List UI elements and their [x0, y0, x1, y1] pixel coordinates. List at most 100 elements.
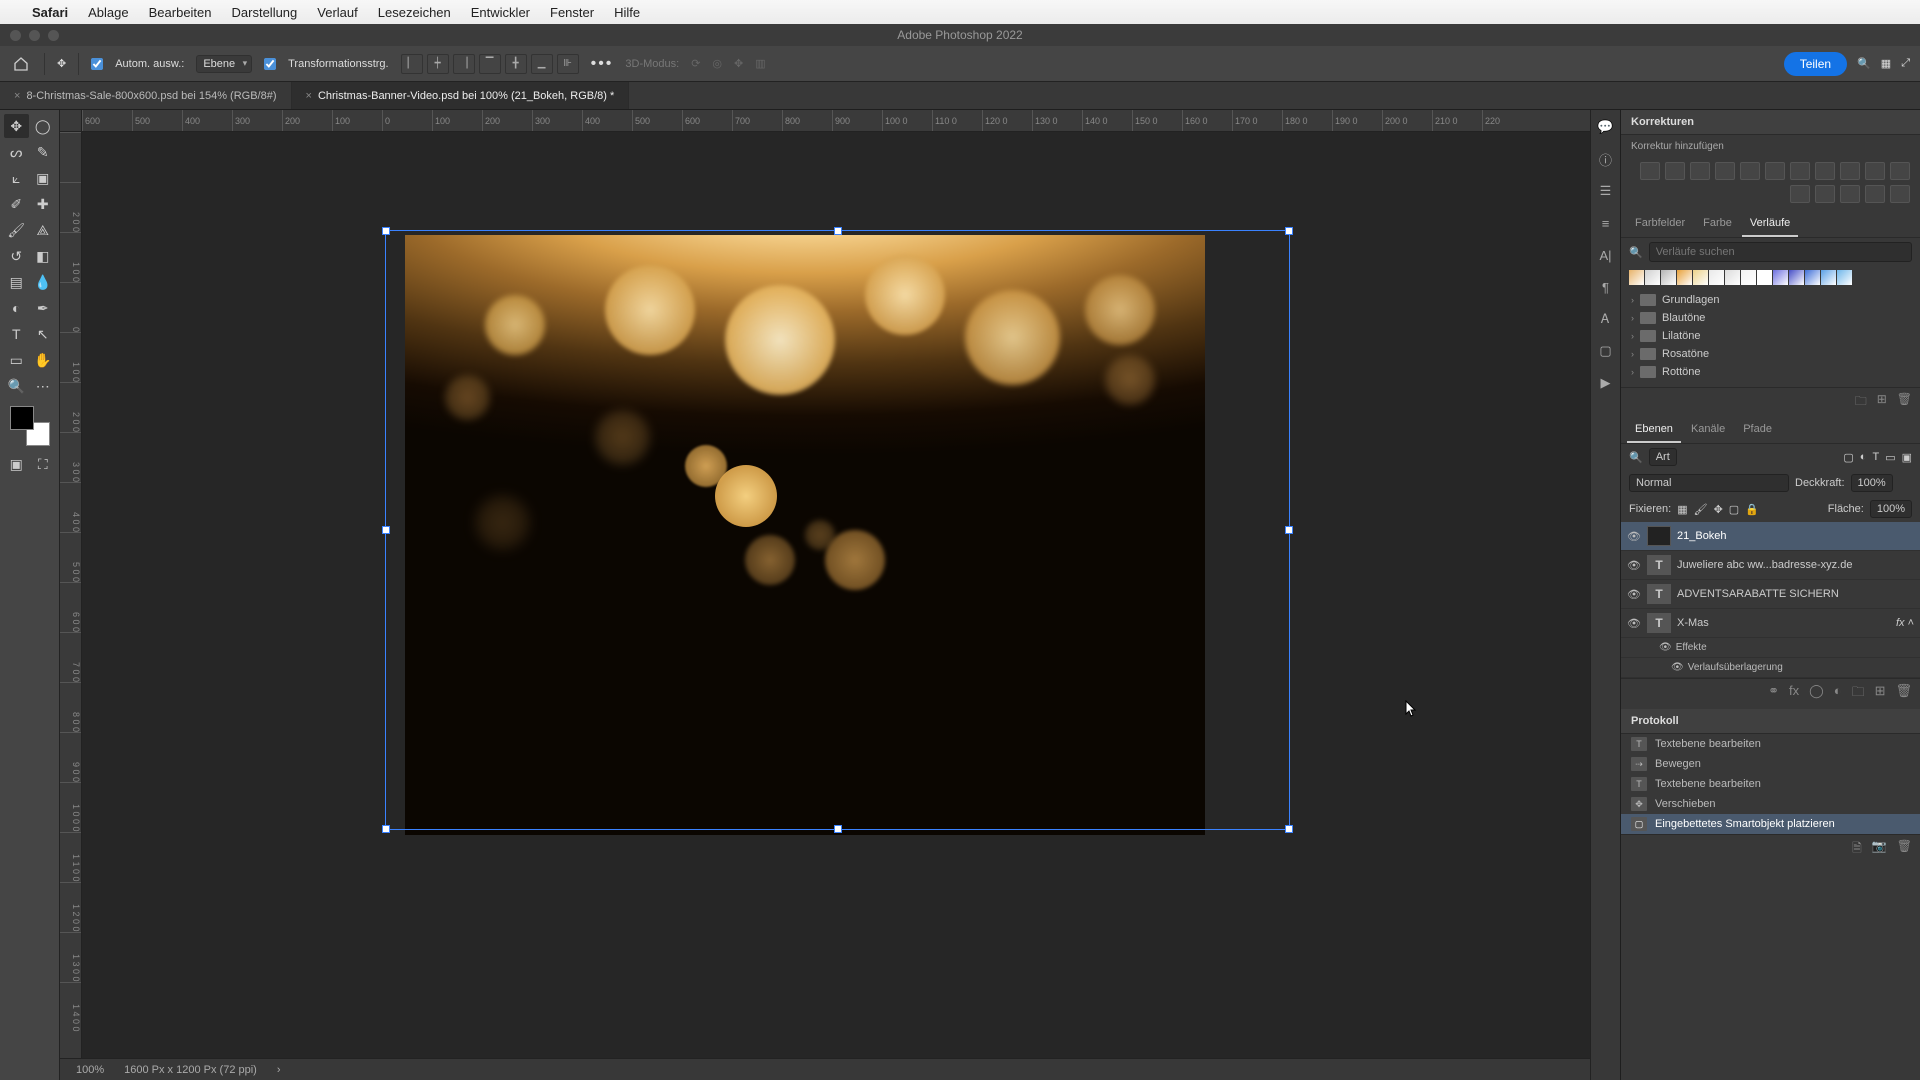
tab-kanaele[interactable]: Kanäle: [1683, 417, 1733, 443]
adj-hue[interactable]: [1765, 162, 1785, 180]
mask-icon[interactable]: ◯: [1809, 683, 1824, 705]
gradient-swatch[interactable]: [1837, 270, 1852, 285]
align-vcenter[interactable]: ╋: [505, 54, 527, 74]
lock-all-icon[interactable]: 🔒: [1745, 503, 1759, 516]
adj-brightness[interactable]: [1640, 162, 1660, 180]
history-brush-tool[interactable]: ↺: [4, 244, 29, 268]
adj-bw[interactable]: [1815, 162, 1835, 180]
tab-verlaeufe[interactable]: Verläufe: [1742, 211, 1798, 237]
auto-select-checkbox[interactable]: [91, 58, 103, 70]
delete-layer-icon[interactable]: 🗑: [1895, 683, 1912, 705]
chevron-right-icon[interactable]: ›: [277, 1064, 281, 1076]
dodge-tool[interactable]: ◐: [4, 296, 29, 320]
visibility-icon[interactable]: 👁: [1627, 617, 1641, 630]
menu-hilfe[interactable]: Hilfe: [614, 5, 640, 20]
handle-tr[interactable]: [1285, 227, 1293, 235]
handle-tm[interactable]: [834, 227, 842, 235]
handle-bm[interactable]: [834, 825, 842, 833]
move-tool-icon[interactable]: ✥: [57, 57, 66, 70]
align-bottom[interactable]: ▁: [531, 54, 553, 74]
filter-text-icon[interactable]: T: [1872, 451, 1879, 463]
gradient-swatch[interactable]: [1629, 270, 1644, 285]
align-hcenter[interactable]: ┿: [427, 54, 449, 74]
new-layer-icon[interactable]: ⊞: [1875, 683, 1886, 705]
panel-protokoll[interactable]: Protokoll: [1621, 709, 1920, 734]
doc-tab-1[interactable]: × 8-Christmas-Sale-800x600.psd bei 154% …: [0, 82, 292, 109]
history-row[interactable]: TTextebene bearbeiten: [1621, 774, 1920, 794]
transform-checkbox[interactable]: [264, 58, 276, 70]
paragraph-icon[interactable]: ¶: [1597, 278, 1615, 296]
gradient-folder[interactable]: ›Rottöne: [1627, 363, 1914, 381]
align-left[interactable]: ▏: [401, 54, 423, 74]
gradient-folder[interactable]: ›Blautöne: [1627, 309, 1914, 327]
home-icon[interactable]: [10, 55, 32, 73]
adj-curves[interactable]: [1690, 162, 1710, 180]
move-tool[interactable]: ✥: [4, 114, 29, 138]
actions-icon[interactable]: ▶: [1597, 374, 1615, 392]
history-row[interactable]: TTextebene bearbeiten: [1621, 734, 1920, 754]
glyphs-icon[interactable]: Ꭺ: [1597, 310, 1615, 328]
doc-tab-2[interactable]: × Christmas-Banner-Video.psd bei 100% (2…: [292, 82, 630, 109]
tab-ebenen[interactable]: Ebenen: [1627, 417, 1681, 443]
adj-poster[interactable]: [1815, 185, 1835, 203]
visibility-icon[interactable]: 👁: [1627, 559, 1641, 572]
lock-pixel-icon[interactable]: 🖌: [1694, 503, 1708, 516]
filter-adjust-icon[interactable]: ◐: [1860, 451, 1867, 463]
share-button[interactable]: Teilen: [1784, 52, 1847, 76]
shape-tool[interactable]: ▭: [4, 348, 29, 372]
crop-tool[interactable]: ⟀: [4, 166, 29, 190]
quick-select-tool[interactable]: ✎: [31, 140, 56, 164]
gradient-search-input[interactable]: [1649, 242, 1912, 262]
zoom-tool[interactable]: 🔍: [4, 374, 29, 398]
lock-pos-icon[interactable]: ✥: [1714, 503, 1723, 516]
marquee-elliptical-tool[interactable]: ◯: [31, 114, 56, 138]
handle-bl[interactable]: [382, 825, 390, 833]
filter-shape-icon[interactable]: ▭: [1885, 451, 1895, 464]
fx-badge[interactable]: fx ˄: [1896, 617, 1914, 629]
gradient-swatch[interactable]: [1709, 270, 1724, 285]
menu-bearbeiten[interactable]: Bearbeiten: [149, 5, 212, 20]
layer-row[interactable]: 👁TJuweliere abc ww...badresse-xyz.de: [1621, 551, 1920, 580]
gradient-swatch[interactable]: [1741, 270, 1756, 285]
gradient-swatch[interactable]: [1677, 270, 1692, 285]
menu-fenster[interactable]: Fenster: [550, 5, 594, 20]
gradient-swatch[interactable]: [1725, 270, 1740, 285]
close-icon[interactable]: ×: [306, 90, 312, 102]
gradient-folder[interactable]: ›Lilatöne: [1627, 327, 1914, 345]
comments-icon[interactable]: 💬: [1597, 118, 1615, 136]
handle-mr[interactable]: [1285, 526, 1293, 534]
lock-artboard-icon[interactable]: ▢: [1729, 503, 1739, 516]
new-group-icon[interactable]: 🗀: [1852, 683, 1865, 705]
history-row[interactable]: ✥Verschieben: [1621, 794, 1920, 814]
handle-br[interactable]: [1285, 825, 1293, 833]
history-row[interactable]: ⇢Bewegen: [1621, 754, 1920, 774]
close-icon[interactable]: ×: [14, 90, 20, 102]
opacity-value[interactable]: 100%: [1851, 474, 1893, 492]
effects-row[interactable]: 👁 Effekte: [1621, 638, 1920, 658]
libraries-icon[interactable]: ▢: [1597, 342, 1615, 360]
trash-icon[interactable]: 🗑: [1897, 392, 1912, 413]
menu-verlauf[interactable]: Verlauf: [317, 5, 357, 20]
tab-farbe[interactable]: Farbe: [1695, 211, 1740, 237]
filter-smart-icon[interactable]: ▣: [1902, 451, 1912, 464]
align-top[interactable]: ▔: [479, 54, 501, 74]
lasso-tool[interactable]: ᔕ: [4, 140, 29, 164]
gradient-swatch[interactable]: [1757, 270, 1772, 285]
visibility-icon[interactable]: 👁: [1659, 642, 1672, 653]
frame-tool[interactable]: ▣: [31, 166, 56, 190]
blend-mode-dd[interactable]: Normal: [1629, 474, 1789, 492]
canvas-area[interactable]: 6005004003002001000100200300400500600700…: [60, 110, 1590, 1080]
path-select-tool[interactable]: ↖: [31, 322, 56, 346]
history-row[interactable]: ▢Eingebettetes Smartobjekt platzieren: [1621, 814, 1920, 834]
text-tool[interactable]: T: [4, 322, 29, 346]
quick-mask[interactable]: ▣: [4, 452, 29, 476]
edit-toolbar[interactable]: ⋯: [31, 374, 56, 398]
new-item-icon[interactable]: ⊞: [1877, 392, 1887, 413]
menu-lesezeichen[interactable]: Lesezeichen: [378, 5, 451, 20]
gradient-folder[interactable]: ›Rosatöne: [1627, 345, 1914, 363]
layer-row[interactable]: 👁21_Bokeh: [1621, 522, 1920, 551]
layer-row[interactable]: 👁TADVENTSARABATTE SICHERN: [1621, 580, 1920, 609]
gradient-swatch[interactable]: [1821, 270, 1836, 285]
snapshot-icon[interactable]: 📷: [1872, 839, 1887, 860]
menu-darstellung[interactable]: Darstellung: [232, 5, 298, 20]
